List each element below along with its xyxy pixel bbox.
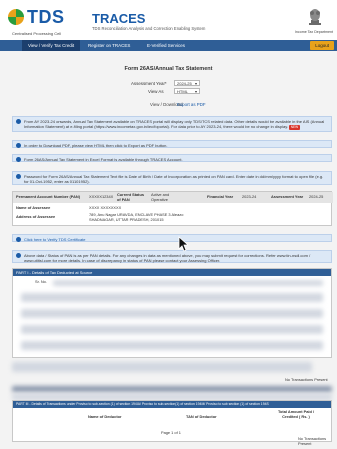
info-ais-text: From AY 2023-24 onwards, Annual Tax Stat… [24,118,325,129]
assessment-year-detail-value: 2024-25 [309,194,324,199]
redacted-row [21,341,323,350]
app-title: TRACES [92,11,146,26]
part1-section: PART I - Details of Tax Deducted at Sour… [12,268,332,358]
info-excel-text: Form 26AS/Annual Tax Statement in Excel … [24,156,183,162]
info-icon [16,157,21,162]
redacted-row [21,309,323,318]
redacted-section-header [12,386,332,392]
pan-notice-box: Above data / Status of PAN is as per PAN… [12,250,332,263]
assessee-address-value: 789, Anu Nagar URAVDA, ENCLAVE PHASE 3 A… [89,212,184,222]
part1-col-sr-no: Sr. No. [35,279,47,284]
financial-year-value: 2023-24 [242,194,257,199]
info-pdf-text: In order to Download PDF, please view HT… [24,142,168,148]
redacted-pager [12,362,312,372]
page: TDS Centralised Processing Cell TRACES T… [0,0,337,449]
assessment-year-label: Assessment Year* [131,81,167,86]
info-icon [16,143,21,148]
redacted-row [21,325,323,334]
pan-status-value: Active and Operative [151,192,170,202]
nav-e-verified-services[interactable]: E-Verified Services [147,40,185,51]
assessee-name-label: Name of Assessee [16,205,51,210]
info-box-excel-format: Form 26AS/Annual Tax Statement in Excel … [12,154,332,162]
page-title: Form 26AS/Annual Tax Statement [124,66,213,72]
redacted-header-row [53,280,323,286]
pan-value: XXXXX1234X [89,194,114,199]
info-box-password: Password for Form 26AS/Annual Tax Statem… [12,171,332,185]
pan-label: Permanent Account Number (PAN) [16,194,80,199]
tds-logo-subtitle: Centralised Processing Cell [12,31,62,36]
part3-no-transactions: No Transactions Present [298,436,327,446]
pan-status-label: Current Status of PAN [117,192,145,202]
export-pdf-button[interactable]: Export as PDF [177,101,206,108]
view-as-label: View As [148,89,164,94]
nav-register-on-traces[interactable]: Register on TRACES [88,40,130,51]
info-icon [16,253,21,258]
nav-view-verify-tax-credit[interactable]: View / Verify Tax Credit [22,40,81,51]
info-icon [16,237,21,242]
mouse-cursor-icon [178,236,188,252]
info-icon [16,174,21,179]
info-box-pdf-download: In order to Download PDF, please view HT… [12,140,332,148]
part3-pager[interactable]: Page 1 of 1 [161,430,181,436]
assessee-address-label: Address of Assessee [16,214,56,219]
verify-certificate-box: Click here to Verify TDS Certificate [12,234,332,242]
national-emblem-icon [309,9,321,25]
part3-title: PART III - Details of Transactions under… [13,401,331,408]
tds-logo-text: TDS [27,7,65,27]
redacted-row [21,293,323,302]
view-as-select[interactable]: HTML [174,88,200,95]
assessment-year-detail-label: Assessment Year [271,194,304,199]
verify-certificate-link[interactable]: Click here to Verify TDS Certificate [24,237,327,242]
new-badge: NEW [289,124,300,130]
department-label: Income Tax Department [294,30,333,34]
tds-logo-icon [8,9,24,25]
part3-col-tan: TAN of Deductor [186,414,217,419]
part1-no-transactions: No Transactions Present [285,377,328,382]
assessment-year-select[interactable]: 2024-25 [174,80,200,87]
financial-year-label: Financial Year [207,194,234,199]
app-subtitle: TDS Reconciliation Analysis and Correcti… [92,26,206,31]
info-box-ais-notice: From AY 2023-24 onwards, Annual Tax Stat… [12,116,332,132]
site-header: TDS Centralised Processing Cell TRACES T… [0,0,337,41]
part3-col-deductor: Name of Deductor [88,414,122,419]
taxpayer-details-table: Permanent Account Number (PAN) XXXXX1234… [12,191,333,226]
pan-notice-text: Above data / Status of PAN is as per PAN… [24,252,311,263]
part3-col-amount: Total Amount Paid / Credited ( Rs. ) [277,409,315,419]
logout-button[interactable]: Logout [310,41,334,50]
main-navbar: View / Verify Tax Credit Register on TRA… [0,40,337,51]
part1-title: PART I - Details of Tax Deducted at Sour… [13,269,331,276]
assessee-name-value: XXXX XXXXXXXX [89,205,122,210]
info-password-text: Password for Form 26AS/Annual Tax Statem… [24,173,324,184]
part3-section: PART III - Details of Transactions under… [12,400,332,445]
info-icon [16,119,21,124]
